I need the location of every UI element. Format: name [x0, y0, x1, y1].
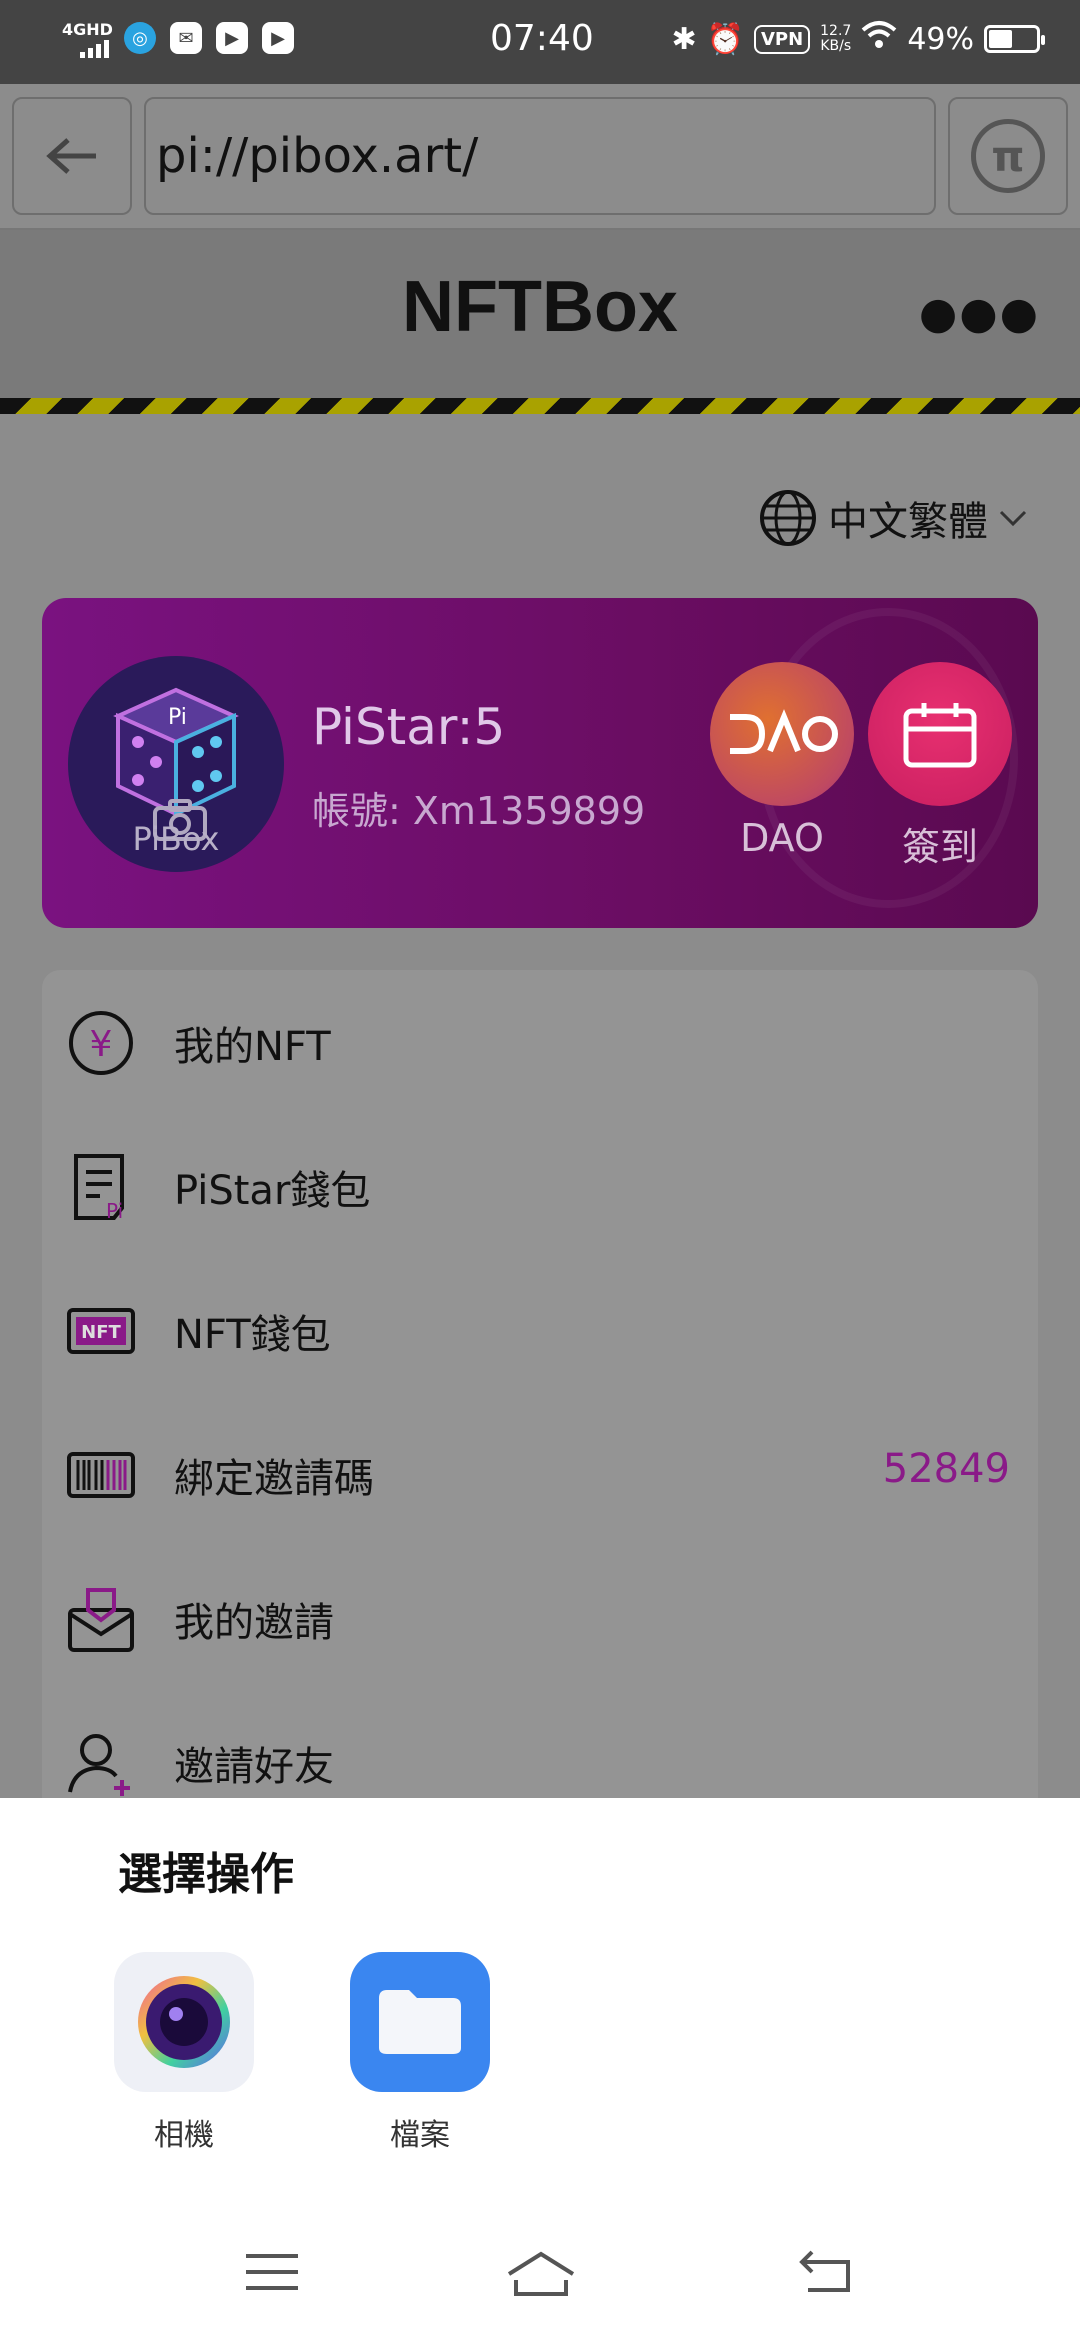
- status-right: ✱ ⏰ VPN 12.7 KB/s 49%: [671, 20, 1045, 58]
- browser-app-icon: ◎: [124, 22, 156, 54]
- menu-item-my-invitations[interactable]: 我的邀請: [42, 1546, 1038, 1690]
- pi-button[interactable]: π: [948, 97, 1068, 215]
- avatar[interactable]: Pi PiBox: [68, 656, 284, 872]
- files-option-label: 檔案: [390, 2118, 450, 2153]
- network-type: 4GHD: [62, 20, 113, 39]
- mail-icon: [68, 1588, 134, 1652]
- language-label: 中文繁體: [828, 499, 988, 545]
- folder-icon: [350, 1952, 490, 2092]
- vpn-badge: VPN: [753, 24, 811, 54]
- battery-icon: [984, 25, 1045, 53]
- svg-text:Pi: Pi: [168, 705, 187, 730]
- svg-text:NFT: NFT: [81, 1322, 121, 1343]
- camera-option-label: 相機: [154, 2118, 214, 2153]
- home-nav-button[interactable]: [506, 2250, 576, 2302]
- battery-fill: [989, 30, 1012, 48]
- signal-icon: 4GHD: [62, 18, 113, 58]
- camera-app-icon: [114, 1952, 254, 2092]
- back-nav-button[interactable]: [798, 2250, 854, 2298]
- menu-label: PiStar錢包: [174, 1168, 371, 1214]
- hazard-stripe: [0, 398, 1080, 414]
- invite-code-value: 52849: [882, 1446, 1010, 1492]
- browser-bar: pi://pibox.art/ π: [0, 84, 1080, 230]
- signin-label: 簽到: [901, 825, 978, 869]
- account-id: 帳號: Xm1359899: [312, 789, 646, 833]
- language-selector[interactable]: 中文繁體: [758, 488, 1028, 548]
- menu-item-my-nft[interactable]: ¥ 我的NFT: [42, 970, 1038, 1114]
- barcode-icon: [67, 1452, 135, 1498]
- url-text: pi://pibox.art/: [156, 128, 479, 184]
- back-arrow-icon: [46, 138, 96, 174]
- app-header: NFTBox ●●●: [0, 230, 1080, 398]
- alarm-icon: ⏰: [706, 21, 744, 57]
- status-bar: 4GHD ◎ ✉ ▶ ▶ 07:40 ✱ ⏰ VPN 12.7 KB/s 49%: [0, 0, 1080, 84]
- yen-circle-icon: ¥: [69, 1011, 133, 1075]
- menu-label: NFT錢包: [174, 1312, 331, 1358]
- status-left: 4GHD ◎ ✉ ▶ ▶: [62, 18, 294, 58]
- menu-nav-button[interactable]: [244, 2250, 300, 2298]
- dao-button[interactable]: [710, 662, 854, 806]
- speed-unit: KB/s: [820, 38, 852, 54]
- nft-badge-icon: NFT: [67, 1308, 135, 1354]
- back-button[interactable]: [12, 97, 132, 215]
- speed-value: 12.7: [820, 23, 852, 39]
- more-options-icon[interactable]: ●●●: [919, 288, 1040, 339]
- home-icon: [507, 2251, 575, 2296]
- pi-document-icon: Pi: [74, 1154, 124, 1222]
- files-option[interactable]: 檔案: [340, 1952, 500, 2154]
- video-app-icon-2: ▶: [262, 22, 294, 54]
- dao-label: DAO: [740, 816, 824, 860]
- network-speed: 12.7 KB/s: [820, 24, 851, 54]
- return-icon: [799, 2250, 850, 2292]
- hamburger-icon: [246, 2254, 298, 2290]
- pi-icon: π: [971, 119, 1045, 193]
- menu-item-nft-wallet[interactable]: NFT NFT錢包: [42, 1258, 1038, 1402]
- svg-text:Pi: Pi: [106, 1199, 123, 1222]
- menu-label: 我的邀請: [174, 1600, 334, 1646]
- camera-option[interactable]: 相機: [104, 1952, 264, 2154]
- video-app-icon: ▶: [216, 22, 248, 54]
- add-user-icon: [68, 1734, 130, 1796]
- menu-label: 邀請好友: [174, 1744, 334, 1790]
- battery-percent: 49%: [907, 21, 974, 57]
- chevron-down-icon: [999, 510, 1027, 527]
- svg-text:¥: ¥: [90, 1024, 113, 1065]
- action-sheet: 選擇操作 相機 檔案: [0, 1798, 1080, 2340]
- menu-list: ¥ 我的NFT Pi PiStar錢包 NFT NFT錢包 綁定邀請碼 5284…: [42, 970, 1038, 1810]
- pistar-count: PiStar:5: [312, 698, 506, 756]
- menu-label: 綁定邀請碼: [174, 1456, 374, 1502]
- signin-button[interactable]: [868, 662, 1012, 806]
- clock: 07:40: [490, 18, 594, 59]
- wechat-icon: ✉: [170, 22, 202, 54]
- profile-card: Pi PiBox PiStar:5 帳號: Xm1359899 DAO 簽到: [42, 598, 1038, 928]
- url-bar[interactable]: pi://pibox.art/: [144, 97, 936, 215]
- sheet-title: 選擇操作: [118, 1849, 294, 1900]
- globe-icon: [760, 490, 816, 546]
- wifi-icon: [861, 20, 897, 58]
- bluetooth-icon: ✱: [671, 21, 697, 57]
- menu-label: 我的NFT: [174, 1024, 331, 1070]
- avatar-label: PiBox: [132, 820, 220, 858]
- menu-item-bind-invite-code[interactable]: 綁定邀請碼 52849: [42, 1402, 1038, 1546]
- menu-item-pistar-wallet[interactable]: Pi PiStar錢包: [42, 1114, 1038, 1258]
- dao-logo-icon: [730, 709, 838, 754]
- calendar-icon: [903, 703, 977, 768]
